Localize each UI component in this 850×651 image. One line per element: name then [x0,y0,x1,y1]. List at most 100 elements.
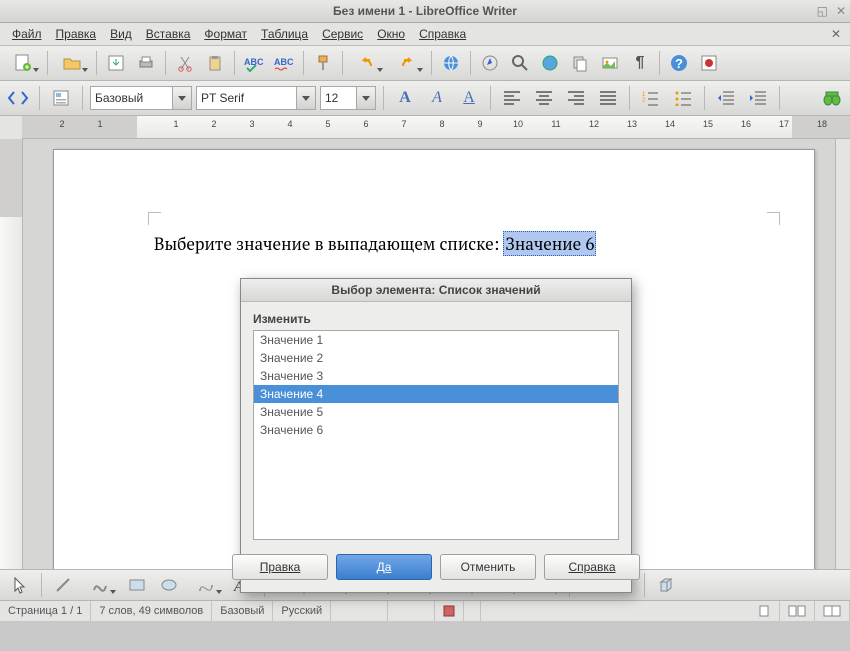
menu-help[interactable]: Справка [413,25,472,43]
window-titlebar: Без имени 1 - LibreOffice Writer ◱ ✕ [0,0,850,23]
open-button[interactable] [53,49,91,77]
dialog-title: Выбор элемента: Список значений [241,279,631,302]
curve-tool-button[interactable] [81,571,119,599]
paragraph-style-combo[interactable]: Базовый [90,86,192,110]
font-size-combo[interactable]: 12 [320,86,376,110]
redo-button[interactable] [388,49,426,77]
document-text[interactable]: Выберите значение в выпадающем списке: З… [154,232,596,255]
new-doc-button[interactable] [4,49,42,77]
paragraph-style-value: Базовый [95,91,143,105]
list-item[interactable]: Значение 5 [254,403,618,421]
selection-tool-button[interactable] [6,571,34,599]
format-paintbrush-button[interactable] [309,49,337,77]
copy-button[interactable] [566,49,594,77]
freeform-tool-button[interactable] [187,571,225,599]
window-maximize-icon[interactable]: ◱ [817,4,828,18]
decrease-indent-button[interactable] [712,84,740,112]
window-close-icon[interactable]: ✕ [836,4,846,18]
margin-corner-icon [148,212,161,225]
underline-button[interactable]: A [455,84,483,112]
spellcheck-button[interactable]: ABC [240,49,268,77]
cut-button[interactable] [171,49,199,77]
menu-table[interactable]: Таблица [255,25,314,43]
align-center-button[interactable] [530,84,558,112]
web-button[interactable] [536,49,564,77]
status-page[interactable]: Страница 1 / 1 [0,601,91,621]
vertical-ruler[interactable] [0,139,23,569]
dialog-help-button[interactable]: Справка [544,554,640,580]
status-signature[interactable] [464,601,481,621]
increase-indent-button[interactable] [744,84,772,112]
font-size-value: 12 [325,91,338,105]
status-selection-mode[interactable] [388,601,435,621]
document-close-icon[interactable]: ✕ [828,26,844,42]
list-item[interactable]: Значение 1 [254,331,618,349]
status-view-book-icon[interactable] [815,601,850,621]
list-item[interactable]: Значение 3 [254,367,618,385]
dialog-edit-button[interactable]: Правка [232,554,328,580]
dialog-list[interactable]: Значение 1 Значение 2 Значение 3 Значени… [253,330,619,540]
styles-button[interactable] [47,84,75,112]
menu-bar: Файл Правка Вид Вставка Формат Таблица С… [0,23,850,46]
align-right-button[interactable] [562,84,590,112]
menu-format[interactable]: Формат [198,25,253,43]
paste-button[interactable] [201,49,229,77]
dialog-ok-button[interactable]: Да [336,554,432,580]
bullet-list-button[interactable] [669,84,697,112]
autospellcheck-button[interactable]: ABC [270,49,298,77]
ellipse-tool-button[interactable] [155,571,183,599]
gallery-button[interactable] [596,49,624,77]
extrusion-button[interactable] [652,571,680,599]
window-title: Без имени 1 - LibreOffice Writer [333,4,517,18]
hyperlink-button[interactable] [437,49,465,77]
zoom-button[interactable] [506,49,534,77]
svg-text:ABC: ABC [274,57,294,67]
italic-button[interactable]: A [423,84,451,112]
vertical-scrollbar[interactable] [835,139,850,569]
font-name-combo[interactable]: PT Serif [196,86,316,110]
numbered-list-button[interactable]: 12 [637,84,665,112]
rectangle-tool-button[interactable] [123,571,151,599]
record-macro-button[interactable] [695,49,723,77]
menu-insert[interactable]: Вставка [140,25,197,43]
menu-file[interactable]: Файл [6,25,48,43]
html-source-button[interactable] [4,84,32,112]
menu-view[interactable]: Вид [104,25,138,43]
line-tool-button[interactable] [49,571,77,599]
help-button[interactable]: ? [665,49,693,77]
status-modified-icon[interactable] [435,601,464,621]
dialog-cancel-button[interactable]: Отменить [440,554,536,580]
status-style[interactable]: Базовый [212,601,273,621]
svg-text:ABC: ABC [244,57,264,67]
formatting-toolbar: Базовый PT Serif 12 A A A 12 [0,81,850,116]
undo-button[interactable] [348,49,386,77]
print-button[interactable] [132,49,160,77]
align-justify-button[interactable] [594,84,622,112]
list-item[interactable]: Значение 2 [254,349,618,367]
status-view-multi-icon[interactable] [780,601,815,621]
status-wordcount[interactable]: 7 слов, 49 символов [91,601,212,621]
horizontal-ruler[interactable]: 2 1 1 2 3 4 5 6 7 8 9 10 11 12 13 14 15 … [22,116,850,139]
document-prompt-text: Выберите значение в выпадающем списке: [154,232,499,255]
navigator-button[interactable] [476,49,504,77]
font-name-value: PT Serif [201,91,244,105]
dropdown-field[interactable]: Значение 6 [503,231,596,256]
status-language[interactable]: Русский [273,601,331,621]
nonprinting-button[interactable]: ¶ [626,49,654,77]
bold-button[interactable]: A [391,84,419,112]
find-button[interactable] [818,84,846,112]
status-insert-mode[interactable] [331,601,388,621]
status-view-single-icon[interactable] [749,601,780,621]
status-bar: Страница 1 / 1 7 слов, 49 символов Базов… [0,600,850,621]
menu-tools[interactable]: Сервис [316,25,369,43]
export-pdf-button[interactable] [102,49,130,77]
svg-text:?: ? [675,56,683,71]
dialog-edit-label: Изменить [253,312,619,326]
align-left-button[interactable] [498,84,526,112]
list-item[interactable]: Значение 4 [254,385,618,403]
menu-edit[interactable]: Правка [50,25,103,43]
margin-corner-icon [767,212,780,225]
list-item[interactable]: Значение 6 [254,421,618,439]
choose-item-dialog: Выбор элемента: Список значений Изменить… [240,278,632,593]
menu-window[interactable]: Окно [371,25,411,43]
